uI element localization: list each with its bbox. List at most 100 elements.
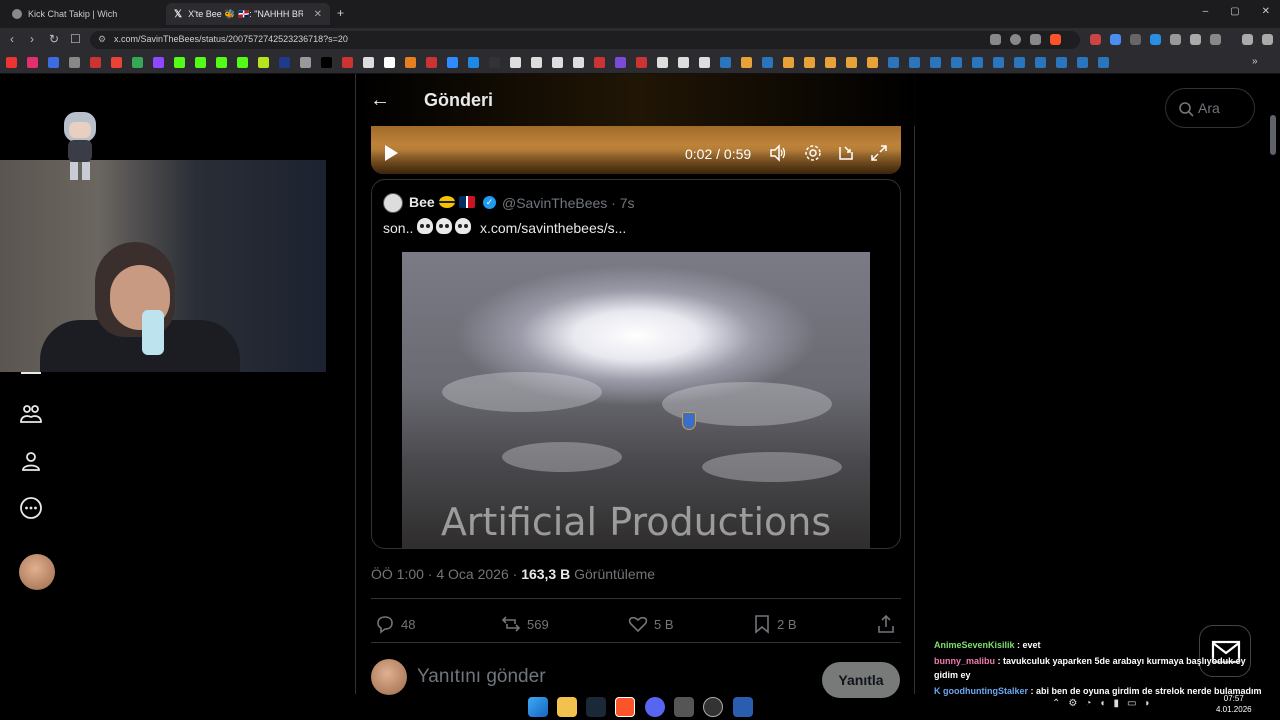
reply-action[interactable]: 48 [375,614,415,634]
tray-chevron-icon[interactable]: ⌃ [1052,698,1060,709]
bookmark-icon[interactable] [846,57,857,68]
close-window-button[interactable]: ✕ [1262,6,1270,17]
tab-kick-chat[interactable]: Kick Chat Takip | Wich [4,3,164,25]
cast-icon[interactable] [990,34,1001,45]
bookmark-icon[interactable] [489,57,500,68]
share-action[interactable] [876,614,896,634]
minimize-button[interactable]: – [1203,6,1209,17]
app-icon[interactable] [674,697,694,717]
windows-start-icon[interactable] [528,697,548,717]
bookmark-icon[interactable] [1077,57,1088,68]
search-box[interactable]: Ara [1165,88,1255,128]
bookmark-icon[interactable] [90,57,101,68]
bookmark-icon[interactable] [195,57,206,68]
picture-in-picture-icon[interactable] [837,144,855,162]
share-icon[interactable] [1030,34,1041,45]
app-icon[interactable] [733,697,753,717]
bookmark-icon[interactable] [363,57,374,68]
more-icon[interactable] [19,496,43,520]
video-player[interactable]: 0:02 / 0:59 [371,126,901,174]
bookmark-icon[interactable] [636,57,647,68]
quoted-media[interactable]: Artificial Productions [402,252,870,548]
bookmark-icon[interactable] [384,57,395,68]
profile-icon[interactable] [19,449,43,473]
quoted-link[interactable]: x.com/savinthebees/s... [480,220,626,236]
new-tab-button[interactable]: + [337,6,344,20]
bookmark-icon[interactable] [237,57,248,68]
bookmark-icon[interactable] [594,57,605,68]
quoted-avatar[interactable] [383,193,403,213]
bookmark-icon[interactable] [615,57,626,68]
bookmark-icon[interactable] [405,57,416,68]
taskbar-clock[interactable]: 07:57 4.01.2026 [1216,693,1252,715]
bookmark-icon[interactable] [69,57,80,68]
scrollbar[interactable] [1270,115,1276,155]
bookmarks-overflow-icon[interactable]: » [1252,56,1258,67]
bookmark-icon[interactable] [6,57,17,68]
tab-x-post[interactable]: 𝕏 X'te Bee 🐝 🇩🇴: "NAHHH BRO ✕ [166,3,330,25]
bookmark-icon[interactable] [762,57,773,68]
mic-icon[interactable]: ▮ [1113,698,1119,709]
post-timestamp[interactable]: ÖÖ 1:00 · 4 Oca 2026 · [371,566,521,582]
like-action[interactable]: 5 B [628,614,674,634]
bookmark-icon[interactable] [825,57,836,68]
bookmark-icon[interactable] [216,57,227,68]
bookmark-icon[interactable] [1098,57,1109,68]
extension-icon[interactable] [1130,34,1141,45]
bookmark-icon[interactable] [720,57,731,68]
bookmark-icon[interactable] [426,57,437,68]
fullscreen-icon[interactable] [870,144,888,162]
close-tab-icon[interactable]: ✕ [314,9,322,20]
sidebar-icon[interactable] [1210,34,1221,45]
brave-browser-icon[interactable] [615,697,635,717]
bookmark-icon[interactable] [867,57,878,68]
bookmark-icon[interactable] [279,57,290,68]
bookmark-icon[interactable] [468,57,479,68]
repost-action[interactable]: 569 [501,614,549,634]
discord-icon[interactable] [645,697,665,717]
bookmark-icon[interactable] [132,57,143,68]
wifi-icon[interactable]: ◔ [1085,698,1091,709]
bookmark-icon[interactable] [888,57,899,68]
bookmark-icon[interactable] [258,57,269,68]
extension-icon[interactable] [1170,34,1181,45]
speaker-icon[interactable]: ◖ [1099,698,1105,709]
bookmark-icon[interactable] [531,57,542,68]
bookmark-icon[interactable] [174,57,185,68]
settings-gear-icon[interactable] [804,144,822,162]
bookmark-icon[interactable] [657,57,668,68]
bookmark-icon[interactable] [783,57,794,68]
brave-shields-icon[interactable] [1050,34,1061,45]
extension-icon[interactable] [1150,34,1161,45]
bookmark-icon[interactable] [1014,57,1025,68]
bookmark-icon[interactable] [930,57,941,68]
volume-icon[interactable] [769,144,787,162]
bookmark-icon[interactable] [342,57,353,68]
bookmark-icon[interactable] [909,57,920,68]
bookmark-icon[interactable] [111,57,122,68]
site-info-icon[interactable]: ⚙ [98,34,106,45]
puzzle-icon[interactable] [1190,34,1201,45]
account-avatar[interactable] [19,554,55,590]
communities-icon[interactable] [19,402,43,426]
bookmark-icon[interactable] [699,57,710,68]
bookmark-icon[interactable] [552,57,563,68]
extension-icon[interactable] [1110,34,1121,45]
reply-button[interactable]: Yanıtla [822,662,900,698]
back-arrow-icon[interactable]: ← [370,89,390,112]
bookmark-icon[interactable] [741,57,752,68]
menu-icon[interactable] [1262,34,1273,45]
url-field[interactable]: ⚙ x.com/SavinTheBees/status/200757274252… [90,31,1080,49]
play-icon[interactable] [385,145,398,161]
bookmark-icon[interactable] [951,57,962,68]
bookmark-icon[interactable] [300,57,311,68]
back-nav-icon[interactable]: ‹ [10,32,14,46]
reply-input[interactable]: Yanıtını gönder [417,666,546,688]
bookmark-page-icon[interactable]: ☐ [70,32,81,46]
bookmark-icon[interactable] [510,57,521,68]
quoted-author-handle[interactable]: @SavinTheBees · 7s [502,195,635,211]
quoted-post[interactable]: Bee ✓ @SavinTheBees · 7s son.. x.com/sav… [371,179,901,549]
bookmark-icon[interactable] [678,57,689,68]
music-icon[interactable] [1242,34,1253,45]
obs-icon[interactable] [703,697,723,717]
